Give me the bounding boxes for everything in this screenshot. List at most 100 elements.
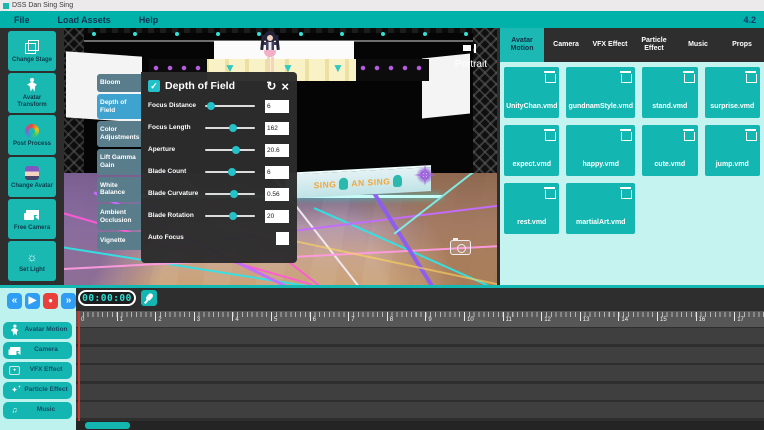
ruler-number: 8 [387, 317, 393, 323]
tab-music[interactable]: Music [676, 28, 720, 62]
slider-value-field[interactable]: 20.6 [265, 144, 289, 157]
ruler-number: 17 [734, 317, 744, 323]
timeline-track-row[interactable] [76, 347, 764, 363]
slider-track[interactable] [205, 215, 255, 217]
tab-props[interactable]: Props [720, 28, 764, 62]
timeline-track-row[interactable] [76, 365, 764, 381]
slider-value-field[interactable]: 6 [265, 166, 289, 179]
track-button-avatar-motion[interactable]: Avatar Motion [3, 322, 72, 339]
motion-card[interactable]: martialArt.vmd [566, 183, 635, 234]
post-process-icon [25, 124, 39, 138]
sidebar-item-post-process[interactable]: Post Process [8, 115, 56, 155]
trash-icon[interactable] [684, 129, 693, 141]
motion-card[interactable]: cute.vmd [642, 125, 697, 176]
record-button[interactable]: ● [43, 293, 58, 309]
timeline-ruler[interactable]: 01234567891011121314151617 [76, 311, 764, 327]
slider-thumb[interactable] [232, 146, 240, 154]
rewind-button[interactable]: « [7, 293, 22, 309]
reset-icon[interactable]: ↻ [266, 80, 276, 92]
ruler-number: 15 [657, 317, 667, 323]
tool-label: Free Camera [14, 225, 50, 232]
change-stage-icon [25, 40, 39, 54]
track-button-camera[interactable]: Camera [3, 342, 72, 359]
menu-item-load-assets[interactable]: Load Assets [44, 11, 125, 28]
tab-avatar-motion[interactable]: Avatar Motion [500, 28, 544, 62]
menu-item-file[interactable]: File [0, 11, 44, 28]
slider-value-field[interactable]: 162 [265, 122, 289, 135]
motion-card[interactable]: gundnamStyle.vmd [566, 67, 635, 118]
tab-camera[interactable]: Camera [544, 28, 588, 62]
motion-card[interactable]: jump.vmd [705, 125, 760, 176]
camera-track-icon [9, 346, 21, 356]
slider-value-field[interactable]: 20 [265, 210, 289, 223]
dof-tab-vignette[interactable]: Vignette [97, 232, 141, 250]
tab-particle-effect[interactable]: Particle Effect [632, 28, 676, 62]
trash-icon[interactable] [545, 187, 554, 199]
left-toolbar: Change Stage Avatar Transform Post Proce… [0, 28, 64, 285]
track-button-particle-effect[interactable]: ✦ Particle Effect [3, 382, 72, 399]
close-icon[interactable]: × [281, 80, 289, 93]
tab-vfx-effect[interactable]: VFX Effect [588, 28, 632, 62]
avatar-motion-icon [10, 325, 20, 337]
tool-label: Set Light [19, 267, 45, 274]
trash-icon[interactable] [545, 129, 554, 141]
dof-tab-bloom[interactable]: Bloom [97, 74, 141, 92]
scrollbar-thumb[interactable] [85, 422, 130, 429]
trash-icon[interactable] [621, 187, 630, 199]
slider-track[interactable] [205, 127, 255, 129]
dof-enabled-checkbox[interactable]: ✓ [148, 80, 160, 92]
trash-icon[interactable] [746, 129, 755, 141]
trash-icon[interactable] [545, 71, 554, 83]
sidebar-item-free-camera[interactable]: Free Camera [8, 199, 56, 239]
motion-card-label: stand.vmd [652, 103, 687, 111]
motion-card[interactable]: happy.vmd [566, 125, 635, 176]
sidebar-item-change-stage[interactable]: Change Stage [8, 31, 56, 71]
ruler-number: 7 [348, 317, 354, 323]
timeline-scrollbar[interactable] [76, 421, 764, 430]
sidebar-item-set-light[interactable]: ☼ Set Light [8, 241, 56, 281]
slider-thumb[interactable] [228, 168, 236, 176]
dof-tab-ambient-occlusion[interactable]: Ambient Occlusion [97, 204, 141, 230]
play-button[interactable]: ▶ [25, 293, 40, 309]
dof-tab-lift-gamma-gain[interactable]: Lift Gamma Gain [97, 149, 141, 175]
motion-card[interactable]: stand.vmd [642, 67, 697, 118]
slider-value-field[interactable]: 0.56 [265, 188, 289, 201]
motion-card[interactable]: rest.vmd [504, 183, 559, 234]
portrait-toggle[interactable]: Portrait [455, 40, 487, 70]
slider-thumb[interactable] [230, 190, 238, 198]
mic-button[interactable] [141, 290, 157, 306]
slider-value-field[interactable]: 6 [265, 100, 289, 113]
timeline-track-row[interactable] [76, 328, 764, 344]
trash-icon[interactable] [746, 71, 755, 83]
slider-track[interactable] [205, 171, 255, 173]
dof-tab-depth-of-field[interactable]: Depth of Field [97, 94, 141, 120]
track-button-vfx-effect[interactable]: ✦ VFX Effect [3, 362, 72, 379]
forward-button[interactable]: » [61, 293, 76, 309]
slider-label: Focus Length [148, 124, 205, 131]
motion-card[interactable]: expect.vmd [504, 125, 559, 176]
trash-icon[interactable] [621, 129, 630, 141]
screenshot-camera-button[interactable] [450, 240, 471, 255]
dof-slider-row: Focus Length 162 [148, 117, 289, 139]
dof-tab-color-adjustments[interactable]: Color Adjustments [97, 121, 141, 147]
slider-track[interactable] [205, 105, 255, 107]
motion-card[interactable]: UnityChan.vmd [504, 67, 559, 118]
slider-thumb[interactable] [229, 124, 237, 132]
slider-thumb[interactable] [229, 212, 237, 220]
auto-focus-checkbox[interactable] [276, 232, 289, 245]
sidebar-item-avatar-transform[interactable]: Avatar Transform [8, 73, 56, 113]
playhead[interactable] [78, 311, 80, 421]
timeline-track-row[interactable] [76, 384, 764, 400]
motion-card[interactable]: surprise.vmd [705, 67, 760, 118]
trash-icon[interactable] [684, 71, 693, 83]
slider-track[interactable] [205, 193, 255, 195]
timeline-track-row[interactable] [76, 402, 764, 418]
slider-track[interactable] [205, 149, 255, 151]
library-tabs: Avatar MotionCameraVFX EffectParticle Ef… [500, 28, 764, 62]
dof-tab-white-balance[interactable]: White Balance [97, 177, 141, 203]
trash-icon[interactable] [621, 71, 630, 83]
sidebar-item-change-avatar[interactable]: Change Avatar [8, 157, 56, 197]
menu-item-help[interactable]: Help [125, 11, 173, 28]
slider-thumb[interactable] [207, 102, 215, 110]
track-button-music[interactable]: ♫ Music [3, 402, 72, 419]
